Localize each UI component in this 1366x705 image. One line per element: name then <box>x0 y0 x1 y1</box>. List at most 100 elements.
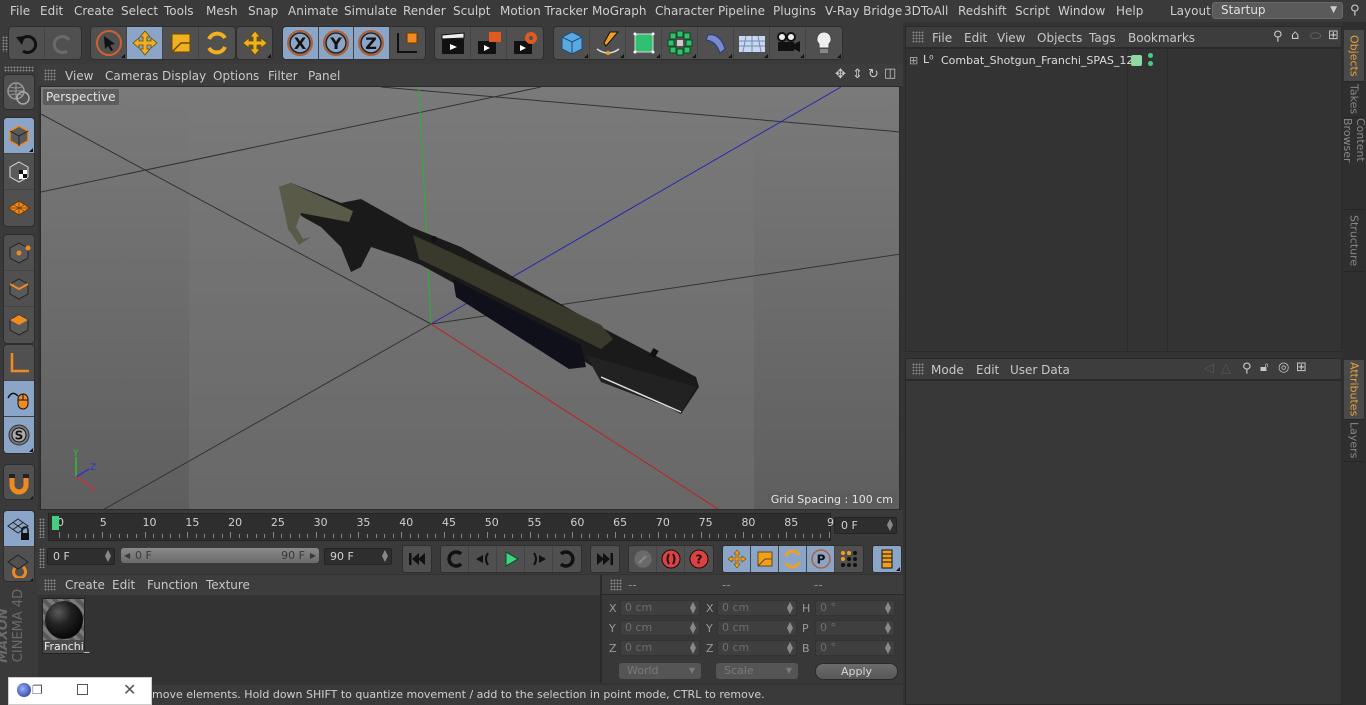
pos-z-field[interactable]: 0 cm ▲ ▼ <box>620 640 700 656</box>
subdivision-button[interactable] <box>626 27 662 59</box>
tab-layers[interactable]: Layers <box>1344 420 1364 462</box>
search-icon[interactable]: ⚲ <box>1242 361 1252 376</box>
snap-button[interactable] <box>4 465 34 499</box>
viewport-menu-display[interactable]: Display <box>162 69 206 83</box>
scale-key-button[interactable] <box>751 546 779 572</box>
menu-plugins[interactable]: Plugins <box>773 4 816 18</box>
spinner-icon[interactable]: ▲ ▼ <box>787 621 793 635</box>
transport-grip[interactable] <box>39 548 45 568</box>
cube-button[interactable] <box>554 27 590 59</box>
rotate-button[interactable] <box>199 27 235 59</box>
current-frame-field[interactable]: 0 F ▲ ▼ <box>834 517 897 534</box>
make-editable-button[interactable] <box>4 75 34 109</box>
object-row[interactable]: ⊞ L⁰ Combat_Shotgun_Franchi_SPAS_12 <box>906 52 1336 72</box>
tab-takes[interactable]: Takes <box>1344 82 1364 118</box>
menu-tools[interactable]: Tools <box>164 4 194 18</box>
next-frame-button[interactable] <box>525 546 553 572</box>
new-panel-icon[interactable]: ⊞ <box>1328 28 1339 43</box>
previous-frame-button[interactable] <box>469 546 497 572</box>
tab-content-browser[interactable]: Content Browser <box>1341 118 1366 210</box>
new-panel-icon[interactable]: ⊞ <box>1296 360 1307 375</box>
apply-button[interactable]: Apply <box>815 663 898 680</box>
timeline-ruler[interactable]: 051015202530354045505560657075808590 <box>48 513 841 541</box>
z-axis-button[interactable]: Z <box>354 27 390 59</box>
menu-edit[interactable]: Edit <box>40 4 63 18</box>
material-menu-function[interactable]: Function <box>147 578 198 592</box>
restore-icon[interactable]: ❐ <box>32 683 43 697</box>
range-left-arrow-icon[interactable]: ◀ <box>124 548 130 563</box>
menu-animate[interactable]: Animate <box>288 4 338 18</box>
object-name[interactable]: Combat_Shotgun_Franchi_SPAS_12 <box>941 54 1133 67</box>
viewport-menu-cameras[interactable]: Cameras <box>105 69 158 83</box>
play-button[interactable] <box>497 546 525 572</box>
tab-structure[interactable]: Structure <box>1344 210 1364 272</box>
objects-menu-edit[interactable]: Edit <box>964 31 987 45</box>
x-axis-button[interactable]: X <box>283 27 319 59</box>
menu-create[interactable]: Create <box>74 4 114 18</box>
render-view-button[interactable] <box>435 27 471 59</box>
material-grip[interactable] <box>44 579 56 591</box>
objects-menu-objects[interactable]: Objects <box>1037 31 1082 45</box>
solo-button[interactable]: S <box>4 417 34 453</box>
menu-render[interactable]: Render <box>403 4 446 18</box>
spinner-icon[interactable]: ▲ ▼ <box>382 549 388 563</box>
record-keys-button[interactable] <box>629 546 657 572</box>
pos-y-field[interactable]: 0 cm ▲ ▼ <box>620 620 700 636</box>
maximize-icon[interactable] <box>77 684 88 695</box>
spinner-icon[interactable]: ▲ ▼ <box>690 641 696 655</box>
menu-motion-tracker[interactable]: Motion Tracker <box>500 4 588 18</box>
recent-tool-button[interactable] <box>237 27 272 59</box>
rot-b-field[interactable]: 0 ° ▲ ▼ <box>815 640 895 656</box>
light-button[interactable] <box>806 27 842 59</box>
preview-range-slider[interactable]: ◀ 0 F 90 F ▶ <box>121 548 319 563</box>
axis-mode-button[interactable] <box>4 345 34 381</box>
menu-select[interactable]: Select <box>121 4 158 18</box>
autokey-button[interactable] <box>657 546 685 572</box>
search-icon[interactable]: ⚲ <box>1273 29 1283 44</box>
menu-3dtoall[interactable]: 3DToAll <box>904 4 948 18</box>
pen-button[interactable] <box>590 27 626 59</box>
expand-icon[interactable]: ⊞ <box>909 54 918 67</box>
dolly-icon[interactable]: ⇕ <box>852 67 863 82</box>
layout-dropdown[interactable]: Startup ▼ <box>1212 2 1343 19</box>
size-z-field[interactable]: 0 cm ▲ ▼ <box>717 640 797 656</box>
next-key-button[interactable] <box>553 546 581 572</box>
points-mode-button[interactable] <box>4 235 34 271</box>
move-button[interactable] <box>127 27 163 59</box>
locked-workplane-button[interactable] <box>4 511 34 547</box>
material-item[interactable]: Franchi_ <box>42 598 89 654</box>
pan-icon[interactable]: ✥ <box>835 67 846 82</box>
start-frame-field[interactable]: 0 F ▲ ▼ <box>47 548 115 565</box>
close-icon[interactable]: ✕ <box>123 680 136 699</box>
home-icon[interactable]: ⌂ <box>1291 28 1299 43</box>
rot-h-field[interactable]: 0 ° ▲ ▼ <box>815 600 895 616</box>
attributes-menu-mode[interactable]: Mode <box>931 363 964 377</box>
link-icon[interactable]: ⬭ <box>1310 29 1321 44</box>
material-menu-create[interactable]: Create <box>65 578 105 592</box>
menu-sculpt[interactable]: Sculpt <box>453 4 490 18</box>
coordinates-grip[interactable] <box>610 579 622 591</box>
parameter-key-button[interactable]: P <box>807 546 835 572</box>
model-mode-button[interactable] <box>4 118 34 154</box>
spinner-icon[interactable]: ▲ ▼ <box>885 641 891 655</box>
objects-menu-file[interactable]: File <box>932 31 952 45</box>
orbit-icon[interactable]: ↻ <box>868 67 879 82</box>
spinner-icon[interactable]: ▲ ▼ <box>887 518 893 532</box>
menu-simulate[interactable]: Simulate <box>344 4 397 18</box>
floor-button[interactable] <box>734 27 770 59</box>
objects-menu-bookmarks[interactable]: Bookmarks <box>1128 31 1195 45</box>
viewport-menu-filter[interactable]: Filter <box>268 69 298 83</box>
render-settings-button[interactable] <box>507 27 543 59</box>
range-right-arrow-icon[interactable]: ▶ <box>310 548 316 563</box>
live-selection-button[interactable] <box>91 27 127 59</box>
lock-icon[interactable]: 🔓︎ <box>1260 360 1268 375</box>
menu-snap[interactable]: Snap <box>248 4 278 18</box>
polygons-mode-button[interactable] <box>4 307 34 343</box>
objects-menu-tags[interactable]: Tags <box>1089 31 1116 45</box>
menu-vray-bridge[interactable]: V-Ray Bridge <box>825 4 902 18</box>
size-x-field[interactable]: 0 cm ▲ ▼ <box>717 600 797 616</box>
spinner-icon[interactable]: ▲ ▼ <box>690 621 696 635</box>
spinner-icon[interactable]: ▲ ▼ <box>787 601 793 615</box>
scale-button[interactable] <box>163 27 199 59</box>
go-to-end-button[interactable] <box>591 546 619 572</box>
